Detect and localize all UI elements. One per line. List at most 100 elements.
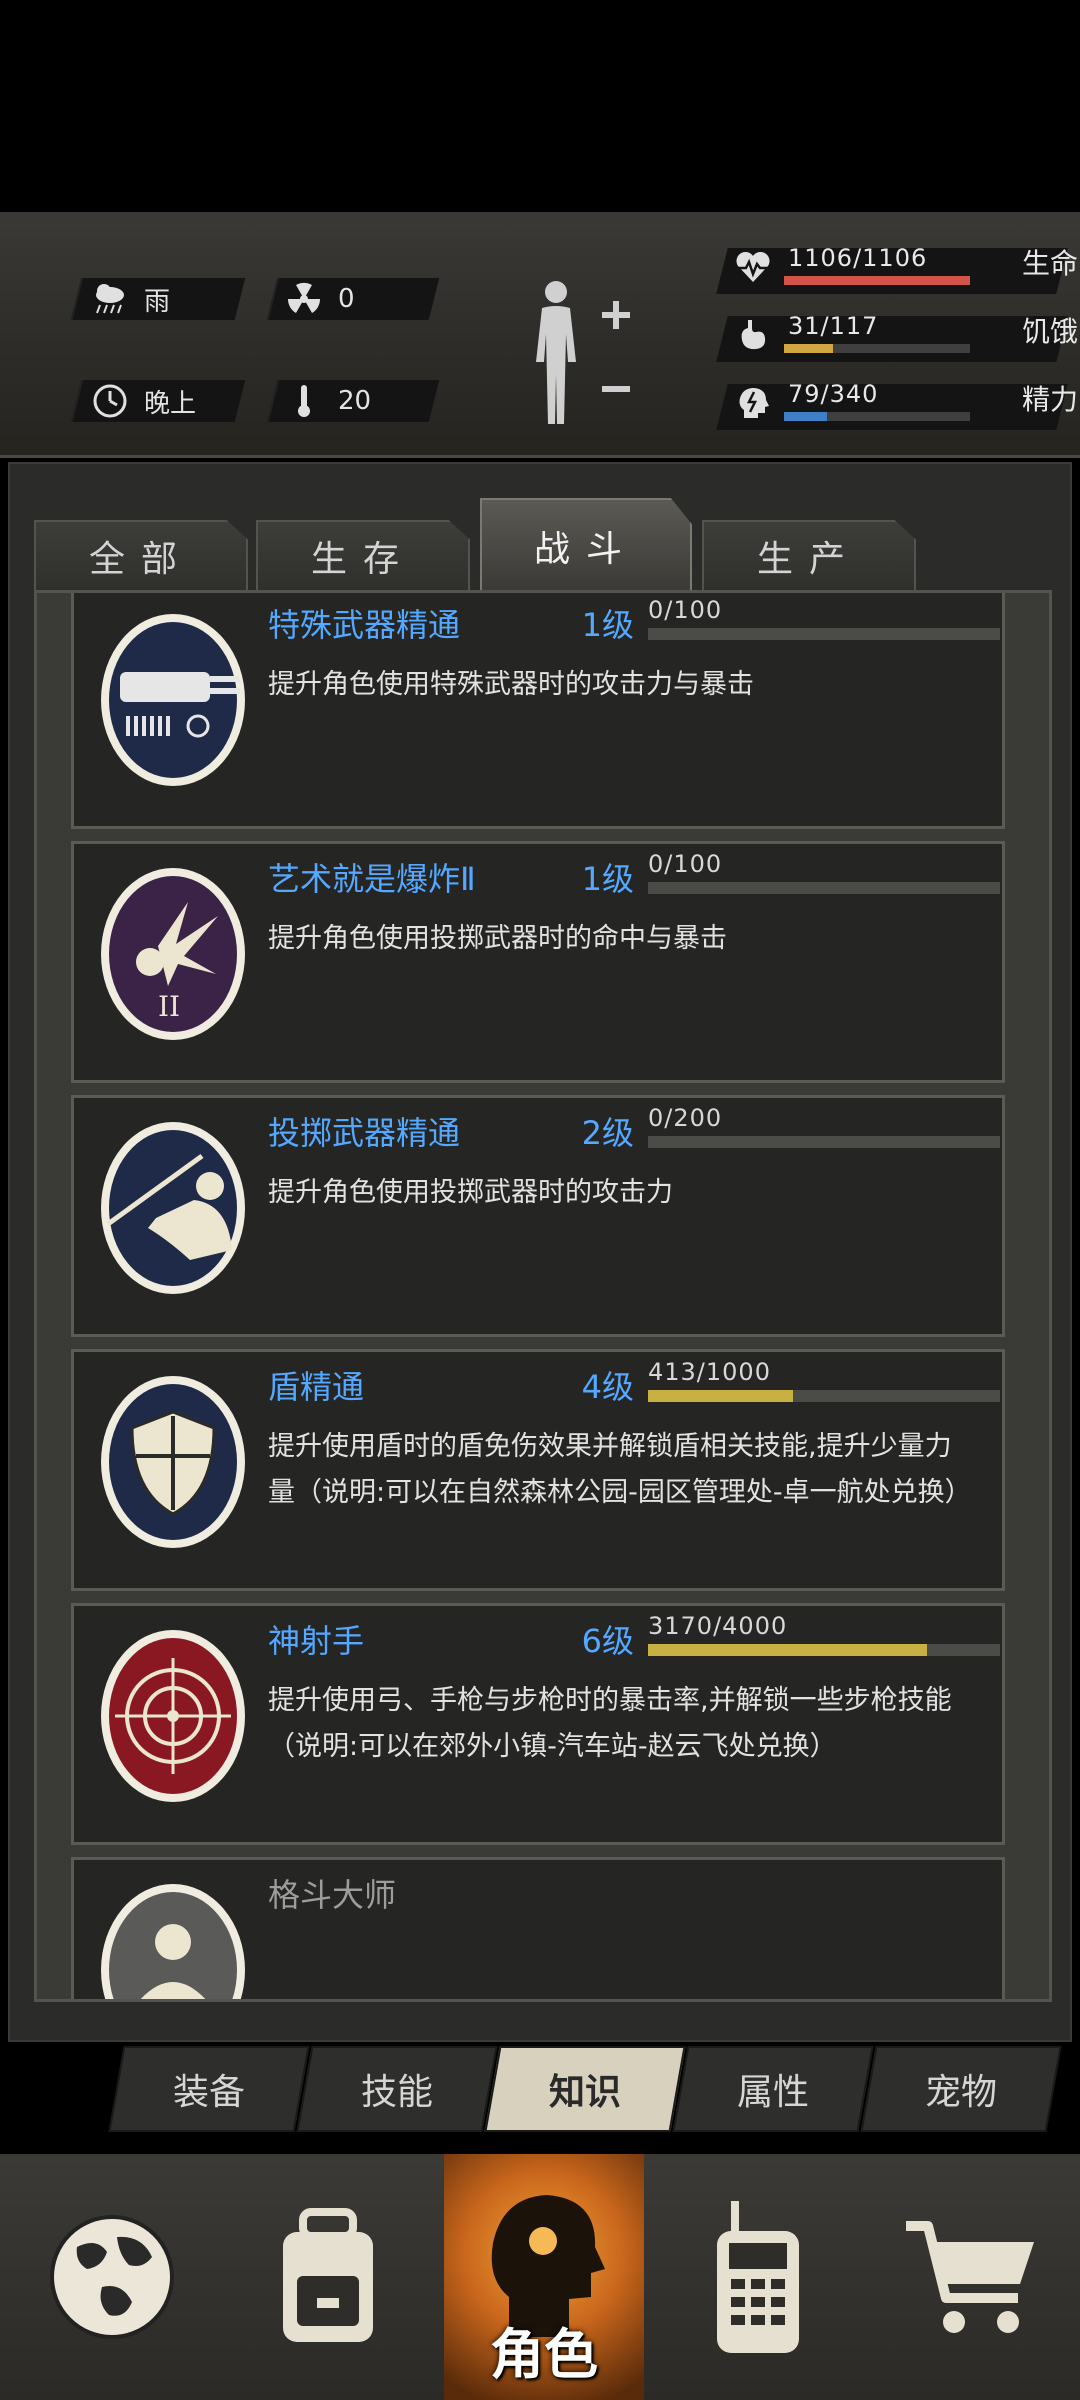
skill-description: 提升角色使用投掷武器时的命中与暴击 xyxy=(268,923,727,954)
tab-combat-label: 战斗 xyxy=(533,529,638,570)
subnav-skills[interactable]: 技能 xyxy=(296,2046,498,2132)
skill-progress-text: 0/100 xyxy=(648,596,723,624)
tab-production-label: 生产 xyxy=(756,539,861,580)
skill-progress-text: 0/100 xyxy=(648,850,723,878)
crosshair-target-icon xyxy=(98,1628,248,1804)
subnav-attributes[interactable]: 属性 xyxy=(672,2046,874,2132)
energy-stat: 79/340 精力 xyxy=(730,380,1078,426)
skill-progress-text: 3170/4000 xyxy=(648,1612,788,1640)
rain-cloud-icon xyxy=(92,281,128,317)
skill-title: 特殊武器精通 xyxy=(268,606,461,644)
radiation-value: 0 xyxy=(338,284,355,314)
skill-title: 投掷武器精通 xyxy=(268,1114,461,1152)
subnav-knowledge-label: 知识 xyxy=(548,2072,621,2113)
tab-combat[interactable]: 战斗 xyxy=(480,498,692,592)
shield-icon xyxy=(98,1374,248,1550)
shopping-cart-icon xyxy=(906,2221,1034,2333)
temperature-status: 20 xyxy=(286,380,371,422)
body-figure-icon xyxy=(536,281,630,424)
skill-progress-bar xyxy=(648,1136,1000,1148)
skill-level: 4级 xyxy=(581,1368,634,1406)
hunger-label: 饥饿 xyxy=(1021,315,1078,348)
explosion-icon: II xyxy=(98,866,248,1042)
energy-bar-fill xyxy=(784,412,828,421)
skill-card-explosion[interactable]: II 艺术就是爆炸Ⅱ 1级 0/100 提升角色使用投掷武器时的命中与暴击 xyxy=(71,841,1005,1083)
tab-survival[interactable]: 生存 xyxy=(256,520,470,590)
radiation-status: 0 xyxy=(286,278,355,320)
nav-backpack-button[interactable] xyxy=(228,2154,428,2400)
health-bar xyxy=(784,276,970,285)
skill-level: 6级 xyxy=(581,1622,634,1660)
skill-progress-text: 0/200 xyxy=(648,1104,723,1132)
stomach-icon xyxy=(734,316,772,354)
subnav-pets[interactable]: 宠物 xyxy=(860,2046,1062,2132)
skill-card-shield[interactable]: 盾精通 4级 413/1000 提升使用盾时的盾免伤效果并解锁盾相关技能,提升少… xyxy=(71,1349,1005,1591)
skill-title: 盾精通 xyxy=(268,1368,365,1406)
fighter-icon xyxy=(98,1882,248,1999)
subnav-equipment[interactable]: 装备 xyxy=(108,2046,310,2132)
skill-description: 提升角色使用特殊武器时的攻击力与暴击 xyxy=(268,669,754,700)
javelin-thrower-icon xyxy=(98,1120,248,1296)
backpack-icon xyxy=(283,2208,373,2342)
tab-all-label: 全部 xyxy=(88,539,193,580)
gatling-gun-icon xyxy=(98,612,248,788)
weather-label: 雨 xyxy=(144,286,171,317)
hunger-stat: 31/117 饥饿 xyxy=(730,312,1078,358)
health-value: 1106/1106 xyxy=(788,244,928,272)
nav-map-button[interactable] xyxy=(12,2154,212,2400)
skill-description: 提升角色使用投掷武器时的攻击力 xyxy=(268,1177,673,1208)
subnav-equipment-label: 装备 xyxy=(172,2072,245,2113)
svg-text:II: II xyxy=(158,990,180,1023)
skill-progress-bar xyxy=(648,628,1000,640)
health-label: 生命 xyxy=(1021,247,1078,280)
energy-bar xyxy=(784,412,970,421)
brain-head-icon xyxy=(734,384,772,422)
skill-card-marksman[interactable]: 神射手 6级 3170/4000 提升使用弓、手枪与步枪时的暴击率,并解锁一些步… xyxy=(71,1603,1005,1845)
time-of-day-label: 晚上 xyxy=(144,388,197,419)
subnav-attributes-label: 属性 xyxy=(736,2072,809,2113)
tab-all[interactable]: 全部 xyxy=(34,520,248,590)
skill-card-fighting-master[interactable]: 格斗大师 xyxy=(71,1857,1005,1999)
globe-icon xyxy=(50,2215,174,2339)
nav-radio-button[interactable] xyxy=(658,2154,858,2400)
skill-list[interactable]: 特殊武器精通 1级 0/100 提升角色使用特殊武器时的攻击力与暴击 II 艺术… xyxy=(34,590,1052,2002)
energy-value: 79/340 xyxy=(788,380,879,408)
clock-icon xyxy=(92,383,128,419)
nav-character-label: 角色 xyxy=(490,2323,598,2386)
subnav-knowledge[interactable]: 知识 xyxy=(484,2046,686,2132)
skill-progress-fill xyxy=(648,1644,927,1656)
skill-description: 提升使用盾时的盾免伤效果并解锁盾相关技能,提升少量力量（说明:可以在自然森林公园… xyxy=(268,1431,972,1508)
hunger-bar-fill xyxy=(784,344,834,353)
tab-production[interactable]: 生产 xyxy=(702,520,916,590)
skill-description: 提升使用弓、手枪与步枪时的暴击率,并解锁一些步枪技能（说明:可以在郊外小镇-汽车… xyxy=(268,1685,952,1762)
temperature-value: 20 xyxy=(338,386,372,416)
tab-survival-label: 生存 xyxy=(310,539,415,580)
skill-title: 艺术就是爆炸Ⅱ xyxy=(268,860,476,898)
thermometer-icon xyxy=(286,383,322,419)
weather-status: 雨 xyxy=(92,278,170,320)
skill-card-throwing-weapons[interactable]: 投掷武器精通 2级 0/200 提升角色使用投掷武器时的攻击力 xyxy=(71,1095,1005,1337)
skill-level: 1级 xyxy=(581,606,634,644)
body-health-button[interactable] xyxy=(522,274,632,434)
radiation-icon xyxy=(286,281,322,317)
skill-title: 格斗大师 xyxy=(268,1876,397,1914)
hunger-bar xyxy=(784,344,970,353)
skill-level: 2级 xyxy=(581,1114,634,1152)
skill-progress-bar xyxy=(648,882,1000,894)
health-stat: 1106/1106 生命 xyxy=(730,244,1078,290)
skill-level: 1级 xyxy=(581,860,634,898)
heart-pulse-icon xyxy=(734,248,772,286)
skill-progress-bar xyxy=(648,1390,1000,1402)
energy-label: 精力 xyxy=(1021,383,1078,416)
skill-progress-bar xyxy=(648,1644,1000,1656)
skill-title: 神射手 xyxy=(268,1622,365,1660)
subnav-skills-label: 技能 xyxy=(360,2072,433,2113)
time-status: 晚上 xyxy=(92,380,196,422)
health-bar-fill xyxy=(784,276,970,285)
radio-icon xyxy=(717,2201,799,2353)
nav-shop-button[interactable] xyxy=(870,2154,1070,2400)
skill-card-special-weapons[interactable]: 特殊武器精通 1级 0/100 提升角色使用特殊武器时的攻击力与暴击 xyxy=(71,593,1005,829)
subnav-pets-label: 宠物 xyxy=(924,2072,997,2113)
skill-progress-fill xyxy=(648,1390,794,1402)
hunger-value: 31/117 xyxy=(788,312,879,340)
